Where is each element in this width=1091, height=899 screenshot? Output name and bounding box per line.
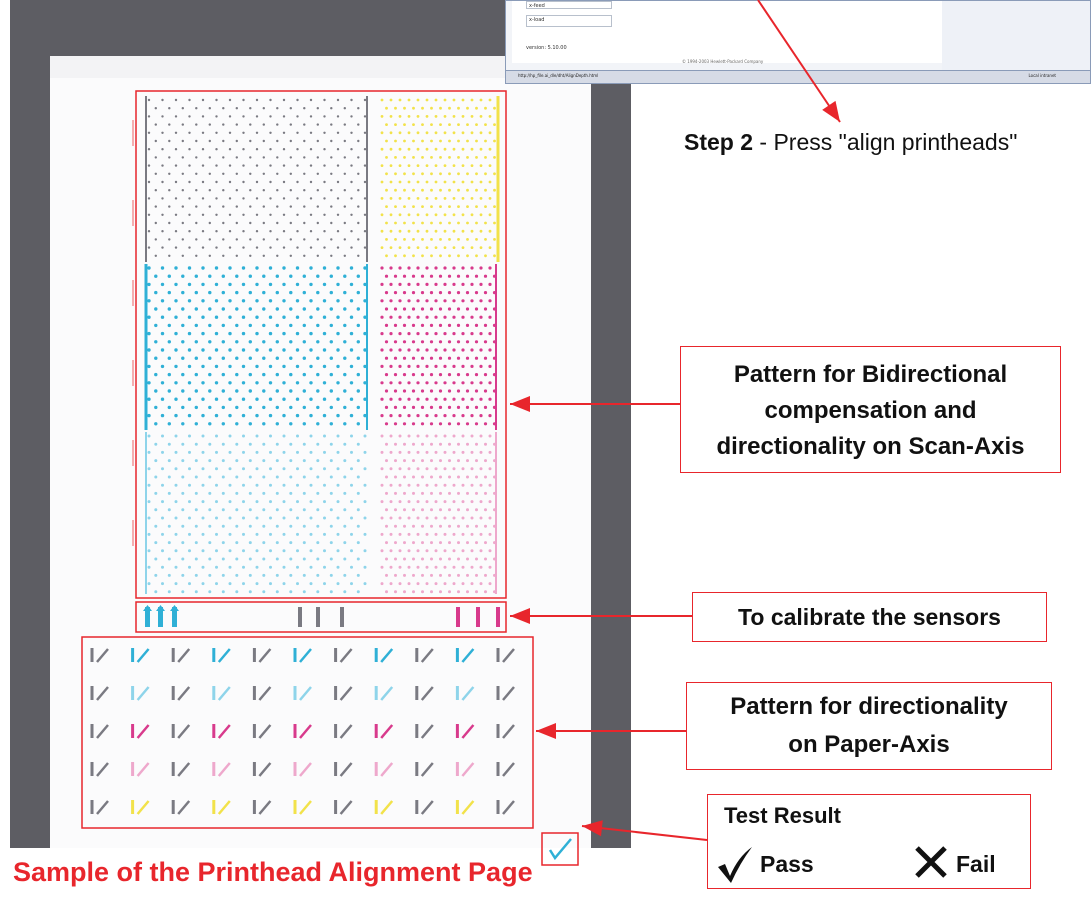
paper-axis-slash — [299, 648, 312, 663]
paper-axis-slash — [502, 686, 515, 701]
arrow-paper-axis-head-icon — [536, 723, 556, 739]
paper-axis-slash — [461, 800, 475, 815]
arrow-step2-head-icon — [822, 100, 840, 122]
paper-axis-slash — [380, 724, 394, 739]
paper-axis-slash — [96, 648, 109, 663]
arrow-bidirectional-head-icon — [510, 396, 530, 412]
paper-axis-slash — [380, 686, 394, 701]
highlight-test-result — [541, 832, 579, 866]
paper-axis-slash — [136, 762, 150, 777]
dots-light-cyan — [147, 434, 367, 594]
dots-black — [147, 98, 367, 257]
highlight-sensors — [135, 601, 507, 633]
paper-axis-slash — [96, 686, 109, 701]
paper-axis-slash — [420, 724, 434, 739]
paper-axis-slash — [461, 724, 475, 739]
paper-axis-slash — [339, 800, 353, 815]
paper-axis-slash — [177, 648, 191, 663]
paper-axis-slash — [96, 762, 109, 777]
paper-axis-slash — [299, 686, 312, 701]
paper-axis-slash — [299, 762, 312, 777]
paper-axis-slash — [136, 686, 150, 701]
dots-magenta — [380, 266, 497, 426]
highlight-paper-axis — [81, 636, 534, 829]
dots-cyan — [147, 266, 367, 426]
paper-axis-slash — [217, 648, 231, 663]
sensor-bar-magenta — [456, 607, 460, 627]
test-result-check-icon — [548, 838, 572, 861]
paper-axis-slash — [258, 762, 272, 777]
paper-axis-slash — [177, 762, 191, 777]
paper-axis-slash — [299, 800, 312, 815]
highlight-bidirectional — [135, 90, 507, 599]
paper-axis-slash — [96, 800, 109, 815]
paper-axis-slash — [258, 724, 272, 739]
sensor-arrow-cyan — [170, 605, 179, 611]
paper-axis-slash — [177, 800, 191, 815]
alignment-patterns — [81, 0, 841, 866]
sensor-bar-black — [316, 607, 320, 627]
paper-axis-slash — [339, 686, 353, 701]
paper-axis-slash — [177, 724, 191, 739]
paper-axis-slash — [420, 648, 434, 663]
paper-axis-slash — [502, 724, 515, 739]
paper-axis-slash — [380, 648, 394, 663]
paper-axis-slash — [380, 800, 394, 815]
paper-axis-slash — [136, 800, 150, 815]
paper-axis-slash — [136, 724, 150, 739]
paper-axis-slash — [339, 762, 353, 777]
arrow-test-result-head-icon — [582, 820, 603, 837]
sensor-bar-magenta — [476, 607, 480, 627]
dots-light-magenta — [380, 434, 496, 594]
paper-axis-slash — [420, 800, 434, 815]
paper-axis-slash — [136, 648, 150, 663]
arrow-sensors-head-icon — [510, 608, 530, 624]
arrow-step2-line — [757, 0, 841, 123]
paper-axis-slash — [96, 724, 109, 739]
dots-yellow — [380, 98, 496, 258]
paper-axis-slash — [420, 686, 434, 701]
alignment-page-illustration: x-feed x-load version: 5.10.00 © 1994-20… — [0, 0, 1091, 899]
paper-axis-slash — [339, 648, 353, 663]
sensor-bar-black — [298, 607, 302, 627]
paper-axis-slash — [258, 648, 272, 663]
paper-axis-slash — [258, 686, 272, 701]
paper-axis-slash — [217, 686, 231, 701]
paper-axis-slash — [461, 648, 475, 663]
paper-axis-slash — [339, 724, 353, 739]
paper-axis-slash — [502, 648, 515, 663]
sensor-arrow-cyan — [156, 605, 165, 611]
paper-axis-slash — [461, 762, 475, 777]
paper-axis-slash — [217, 762, 231, 777]
paper-axis-slash — [177, 686, 191, 701]
paper-axis-slash — [461, 686, 475, 701]
paper-axis-slash — [258, 800, 272, 815]
sensor-bar-black — [340, 607, 344, 627]
paper-axis-slash — [217, 724, 231, 739]
paper-axis-slash — [217, 800, 231, 815]
paper-axis-slash — [502, 800, 515, 815]
sensor-arrow-cyan — [143, 605, 152, 611]
sensor-bar-magenta — [496, 607, 500, 627]
paper-axis-slash — [502, 762, 515, 777]
paper-axis-slash — [299, 724, 312, 739]
paper-axis-slash — [380, 762, 394, 777]
paper-axis-slash — [420, 762, 434, 777]
